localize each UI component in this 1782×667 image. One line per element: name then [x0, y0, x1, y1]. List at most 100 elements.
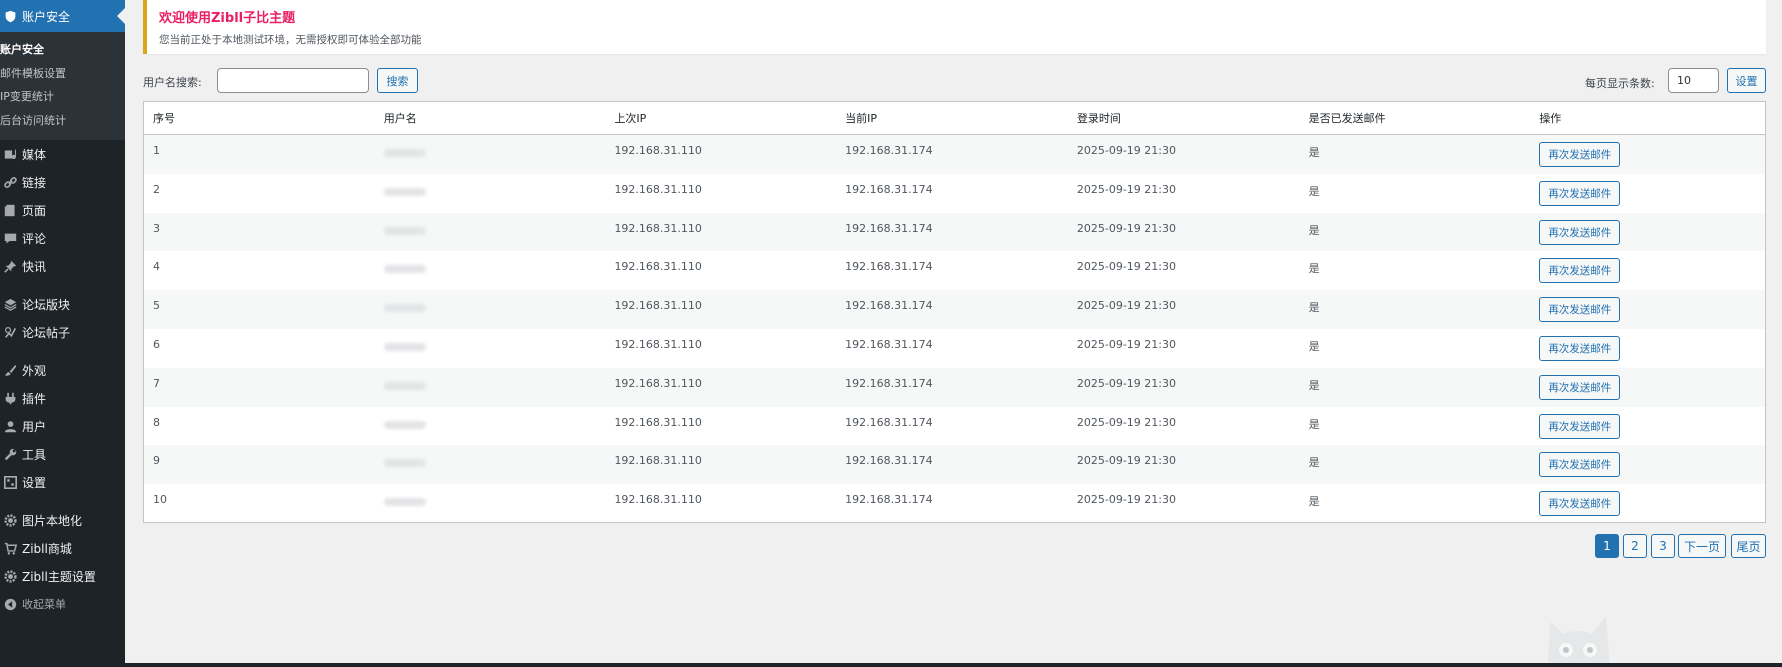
set-per-page-button[interactable]: 设置 [1727, 68, 1766, 93]
cell-action: 再次发送邮件 [1530, 368, 1765, 400]
sidebar-item-media[interactable]: 媒体 [0, 140, 125, 168]
collapse-menu-label: 收起菜单 [22, 598, 66, 611]
sidebar-submenu: 账户安全 邮件模板设置 IP变更统计 后台访问统计 [0, 32, 125, 140]
page-2-button[interactable]: 2 [1623, 534, 1647, 558]
resend-mail-button[interactable]: 再次发送邮件 [1539, 297, 1621, 323]
search-button[interactable]: 搜索 [377, 68, 418, 93]
sidebar-item-label: 账户安全 [22, 9, 71, 24]
cell-prev-ip: 192.168.31.110 [614, 299, 702, 313]
redacted-username [383, 459, 426, 468]
sidebar-item-image-localize[interactable]: 图片本地化 [0, 506, 125, 534]
submenu-ip-stats[interactable]: IP变更统计 [0, 85, 125, 109]
plugin-icon [2, 390, 18, 406]
sidebar-item-comments[interactable]: 评论 [0, 224, 125, 252]
current-pointer [117, 8, 125, 24]
page-1-button[interactable]: 1 [1595, 534, 1619, 558]
sidebar-item-zibll-theme-settings[interactable]: Zibll主题设置 [0, 562, 125, 590]
cell-mail-sent: 是 [1308, 456, 1320, 470]
per-page-input[interactable]: 10 [1668, 68, 1719, 93]
cell-login-time: 2025-09-19 21:30 [1076, 221, 1176, 235]
sidebar-item-flash[interactable]: 快讯 [0, 252, 125, 280]
sidebar-item-settings[interactable]: 设置 [0, 468, 125, 496]
redacted-username [383, 498, 426, 507]
sidebar-item-plugins[interactable]: 插件 [0, 384, 125, 412]
cell-username-redacted [375, 174, 606, 199]
cell-login-time: 2025-09-19 21:30 [1076, 299, 1176, 313]
resend-mail-button[interactable]: 再次发送邮件 [1539, 491, 1621, 517]
table-header: 序号 用户名 上次IP 当前IP 登录时间 是否已发送邮件 操作 [144, 102, 1765, 135]
cell-cur-ip: 192.168.31.174 [845, 454, 933, 468]
shield-icon [2, 8, 18, 24]
table-row: 9 192.168.31.110 192.168.31.174 2025-09-19 … [144, 445, 1765, 485]
next-page-button[interactable]: 下一页 [1678, 534, 1726, 558]
sidebar-item-label: 工具 [22, 447, 47, 462]
cell-prev-ip: 192.168.31.110 [614, 454, 702, 468]
cell-prev-ip: 192.168.31.110 [614, 182, 702, 196]
resend-mail-button[interactable]: 再次发送邮件 [1539, 413, 1621, 439]
resend-mail-button[interactable]: 再次发送邮件 [1539, 258, 1621, 284]
submenu-admin-access-stats[interactable]: 后台访问统计 [0, 109, 125, 133]
gear-icon [2, 568, 18, 584]
cell-prev-ip: 192.168.31.110 [614, 260, 702, 274]
cell-action: 再次发送邮件 [1530, 213, 1765, 245]
table-row: 4 192.168.31.110 192.168.31.174 2025-09-19 … [144, 251, 1765, 290]
resend-mail-button[interactable]: 再次发送邮件 [1539, 219, 1621, 245]
sidebar-item-tools[interactable]: 工具 [0, 440, 125, 468]
sidebar-item-zibll-shop[interactable]: Zibll商城 [0, 534, 125, 562]
resend-mail-button[interactable]: 再次发送邮件 [1539, 335, 1621, 361]
redacted-username [383, 149, 426, 157]
cell-cur-ip: 192.168.31.174 [845, 337, 933, 351]
sidebar-item-pages[interactable]: 页面 [0, 196, 125, 224]
user-icon [2, 418, 18, 434]
last-page-button[interactable]: 尾页 [1731, 534, 1766, 558]
page-3-button[interactable]: 3 [1651, 534, 1675, 558]
welcome-notice: 欢迎使用Zibll子比主题 您当前正处于本地测试环境，无需授权即可体验全部功能 [143, 0, 1766, 54]
cell-prev-ip: 192.168.31.110 [614, 493, 702, 507]
cell-cur-ip: 192.168.31.174 [845, 493, 933, 507]
sidebar-item-forum-posts[interactable]: 论坛帖子 [0, 318, 125, 346]
sidebar-item-label: Zibll商城 [22, 541, 72, 556]
sidebar-item-label: Zibll主题设置 [22, 569, 96, 584]
cell-no: 9 [153, 454, 160, 468]
sidebar-item-label: 媒体 [22, 147, 47, 162]
page-icon [2, 202, 18, 218]
resend-mail-button[interactable]: 再次发送邮件 [1539, 180, 1621, 206]
cell-username-redacted [375, 290, 606, 315]
resend-mail-button[interactable]: 再次发送邮件 [1539, 142, 1621, 167]
cell-login-time: 2025-09-19 21:30 [1076, 260, 1176, 274]
cell-no: 10 [153, 493, 167, 507]
cell-login-time: 2025-09-19 21:30 [1076, 415, 1176, 429]
post-icon [2, 324, 18, 340]
sidebar-item-label: 插件 [22, 391, 47, 406]
cell-action: 再次发送邮件 [1530, 484, 1765, 517]
sidebar-item-label: 链接 [22, 175, 47, 190]
cell-action: 再次发送邮件 [1530, 251, 1765, 284]
sidebar-item-label: 论坛帖子 [22, 325, 71, 340]
redacted-username [383, 265, 426, 274]
submenu-account-security[interactable]: 账户安全 [0, 38, 125, 62]
cell-login-time: 2025-09-19 21:30 [1076, 337, 1176, 351]
notice-description: 您当前正处于本地测试环境，无需授权即可体验全部功能 [159, 34, 422, 46]
cell-username-redacted [375, 213, 606, 238]
cell-mail-sent: 是 [1308, 184, 1320, 198]
cell-cur-ip: 192.168.31.174 [845, 182, 933, 196]
sidebar-item-users[interactable]: 用户 [0, 412, 125, 440]
sidebar-item-forum-board[interactable]: 论坛版块 [0, 290, 125, 318]
submenu-mail-template[interactable]: 邮件模板设置 [0, 62, 125, 86]
cell-no: 8 [153, 415, 160, 429]
sidebar-item-appearance[interactable]: 外观 [0, 356, 125, 384]
sidebar-item-label: 外观 [22, 363, 47, 378]
cell-prev-ip: 192.168.31.110 [614, 337, 702, 351]
username-search-input[interactable] [217, 68, 369, 93]
cell-username-redacted [375, 407, 606, 432]
collapse-menu-button[interactable]: 收起菜单 [0, 590, 125, 618]
table-row: 7 192.168.31.110 192.168.31.174 2025-09-19 … [144, 367, 1765, 407]
cell-action: 再次发送邮件 [1530, 445, 1765, 478]
cell-mail-sent: 是 [1308, 262, 1320, 276]
resend-mail-button[interactable]: 再次发送邮件 [1539, 374, 1621, 400]
admin-sidebar: 账户安全 账户安全 邮件模板设置 IP变更统计 后台访问统计 媒体 链接 页面 … [0, 0, 125, 667]
sidebar-item-account-security[interactable]: 账户安全 [0, 0, 125, 32]
sidebar-item-links[interactable]: 链接 [0, 168, 125, 196]
cell-cur-ip: 192.168.31.174 [845, 144, 933, 157]
resend-mail-button[interactable]: 再次发送邮件 [1539, 452, 1621, 478]
